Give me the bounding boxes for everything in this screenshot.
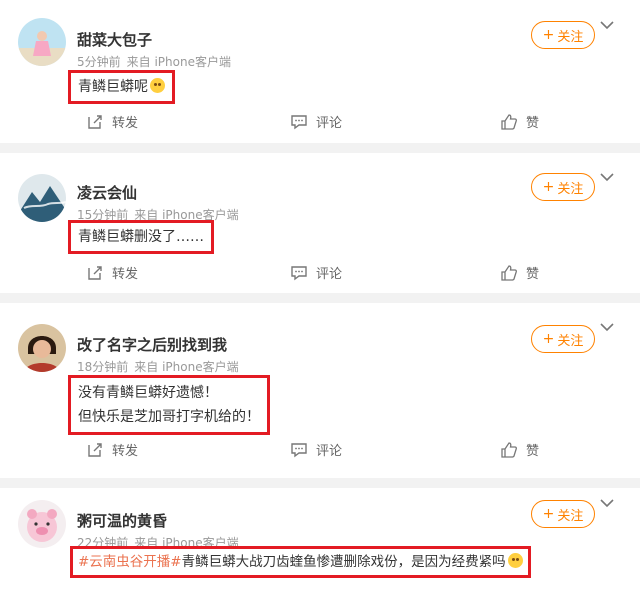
follow-button[interactable]: + 关注 — [531, 173, 595, 201]
avatar-pig-icon — [18, 500, 66, 548]
comment-card: 甜菜大包子 5分钟前 来自 iPhone客户端 + 关注 青鳞巨蟒呢 转发 评论 赞 — [0, 0, 640, 143]
action-bar: 转发 评论 赞 — [0, 263, 640, 287]
comment-button[interactable]: 评论 — [290, 112, 342, 131]
action-bar: 转发 评论 赞 — [0, 112, 640, 136]
hashtag-link[interactable]: #云南虫谷开播# — [78, 554, 182, 570]
comment-icon — [291, 114, 307, 129]
client-source: 来自 iPhone客户端 — [134, 360, 239, 374]
follow-button[interactable]: + 关注 — [531, 325, 595, 353]
plus-icon: + — [542, 331, 555, 347]
username[interactable]: 甜菜大包子 — [77, 29, 152, 50]
crying-emoji-icon — [150, 78, 165, 93]
repost-icon — [88, 265, 102, 280]
chevron-down-icon[interactable] — [599, 321, 615, 333]
chevron-down-icon[interactable] — [599, 497, 615, 509]
comment-card: 改了名字之后别找到我 18分钟前 来自 iPhone客户端 + 关注 没有青鳞巨蟒好… — [0, 303, 640, 478]
avatar[interactable] — [18, 174, 66, 222]
thumbs-up-icon — [501, 264, 517, 281]
username[interactable]: 改了名字之后别找到我 — [77, 334, 227, 355]
comment-card: 凌云会仙 15分钟前 来自 iPhone客户端 + 关注 青鳞巨蟒删没了…… 转发 … — [0, 153, 640, 293]
avatar-person-icon — [18, 324, 66, 372]
plus-icon: + — [542, 506, 555, 522]
post-meta: 18分钟前 来自 iPhone客户端 — [77, 358, 239, 375]
comment-card: 粥可温的黄昏 22分钟前 来自 iPhone客户端 + 关注 #云南虫谷开播#青鳞巨… — [0, 488, 640, 590]
like-button[interactable]: 赞 — [500, 112, 539, 131]
like-button[interactable]: 赞 — [500, 440, 539, 459]
client-source: 来自 iPhone客户端 — [126, 55, 231, 69]
avatar-mountain-icon — [18, 174, 66, 222]
post-meta: 5分钟前 来自 iPhone客户端 — [77, 53, 231, 70]
comment-icon — [291, 265, 307, 280]
avatar[interactable] — [18, 324, 66, 372]
comment-icon — [291, 442, 307, 457]
avatar[interactable] — [18, 18, 66, 66]
timestamp: 18分钟前 — [77, 360, 129, 374]
follow-button[interactable]: + 关注 — [531, 500, 595, 528]
username[interactable]: 粥可温的黄昏 — [77, 510, 167, 531]
comment-button[interactable]: 评论 — [290, 263, 342, 282]
surprised-emoji-icon — [507, 553, 523, 568]
chevron-down-icon[interactable] — [599, 171, 615, 183]
plus-icon: + — [542, 179, 555, 195]
plus-icon: + — [542, 27, 555, 43]
follow-button[interactable]: + 关注 — [531, 21, 595, 49]
comment-button[interactable]: 评论 — [290, 440, 342, 459]
like-button[interactable]: 赞 — [500, 263, 539, 282]
repost-button[interactable]: 转发 — [86, 440, 138, 459]
comment-text: #云南虫谷开播#青鳞巨蟒大战刀齿蝰鱼惨遭删除戏份，是因为经费紧吗 — [70, 546, 531, 578]
avatar[interactable] — [18, 500, 66, 548]
repost-button[interactable]: 转发 — [86, 263, 138, 282]
comment-text: 没有青鳞巨蟒好遗憾！ 但快乐是芝加哥打字机给的！ — [68, 375, 270, 435]
repost-icon — [88, 442, 102, 457]
repost-icon — [88, 114, 102, 129]
comment-text: 青鳞巨蟒呢 — [68, 70, 175, 104]
action-bar: 转发 评论 赞 — [0, 440, 640, 464]
weibo-comment-feed: 甜菜大包子 5分钟前 来自 iPhone客户端 + 关注 青鳞巨蟒呢 转发 评论 赞 — [0, 0, 640, 590]
comment-text: 青鳞巨蟒删没了…… — [68, 220, 214, 254]
username[interactable]: 凌云会仙 — [77, 182, 137, 203]
avatar-beach-icon — [18, 18, 66, 66]
repost-button[interactable]: 转发 — [86, 112, 138, 131]
timestamp: 5分钟前 — [77, 55, 121, 69]
thumbs-up-icon — [501, 113, 517, 130]
thumbs-up-icon — [501, 441, 517, 458]
chevron-down-icon[interactable] — [599, 19, 615, 31]
